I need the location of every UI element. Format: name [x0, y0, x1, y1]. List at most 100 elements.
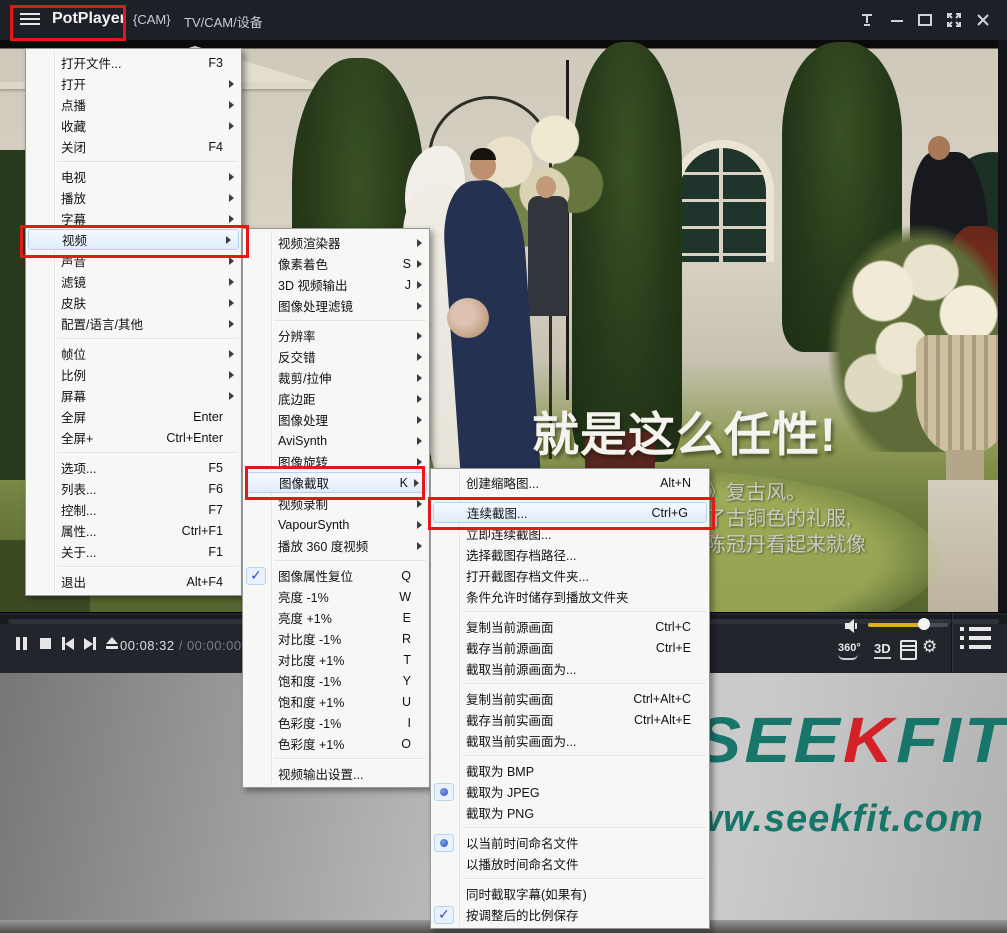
- menu-item[interactable]: 截存当前源画面Ctrl+E: [431, 637, 709, 658]
- menu-item[interactable]: 帧位: [26, 343, 241, 364]
- menu-item[interactable]: 饱和度 -1%Y: [243, 670, 429, 691]
- menu-item[interactable]: ✓图像属性复位Q: [243, 565, 429, 586]
- menu-item[interactable]: 3D 视频输出J: [243, 274, 429, 295]
- menu-item[interactable]: 滤镜: [26, 271, 241, 292]
- menu-item[interactable]: 复制当前源画面Ctrl+C: [431, 616, 709, 637]
- menu-item[interactable]: 声音: [26, 250, 241, 271]
- menu-item[interactable]: 控制...F7: [26, 499, 241, 520]
- menu-item[interactable]: 对比度 +1%T: [243, 649, 429, 670]
- volume-icon[interactable]: [843, 617, 863, 640]
- menu-item[interactable]: 亮度 -1%W: [243, 586, 429, 607]
- minimize-icon[interactable]: [888, 11, 906, 29]
- menu-item[interactable]: 全屏+Ctrl+Enter: [26, 427, 241, 448]
- close-icon[interactable]: [974, 11, 992, 29]
- menu-item[interactable]: 裁剪/拉伸: [243, 367, 429, 388]
- menu-item[interactable]: 列表...F6: [26, 478, 241, 499]
- menu-gutter: [26, 541, 54, 562]
- menu-item[interactable]: 图像旋转: [243, 451, 429, 472]
- menu-gutter: [431, 760, 459, 781]
- menu-item[interactable]: 色彩度 -1%I: [243, 712, 429, 733]
- menu-item[interactable]: AviSynth: [243, 430, 429, 451]
- menu-item[interactable]: 像素着色S: [243, 253, 429, 274]
- submenu-arrow-icon: [229, 101, 241, 109]
- menu-item[interactable]: ✓按调整后的比例保存: [431, 904, 709, 925]
- hamburger-menu-icon[interactable]: [20, 13, 40, 27]
- menu-item[interactable]: 图像截取K: [245, 472, 427, 493]
- menu-item[interactable]: 播放 360 度视频: [243, 535, 429, 556]
- menu-item[interactable]: 屏幕: [26, 385, 241, 406]
- menu-item[interactable]: 视频录制: [243, 493, 429, 514]
- menu-separator: [243, 754, 429, 763]
- menu-item[interactable]: 亮度 +1%E: [243, 607, 429, 628]
- menu-item[interactable]: 截取当前源画面为...: [431, 658, 709, 679]
- menu-item[interactable]: 打开文件...F3: [26, 52, 241, 73]
- menu-item[interactable]: 视频输出设置...: [243, 763, 429, 784]
- menu-item[interactable]: 打开截图存档文件夹...: [431, 565, 709, 586]
- volume-knob[interactable]: [918, 618, 930, 630]
- menu-item[interactable]: 截取为 BMP: [431, 760, 709, 781]
- submenu-arrow-icon: [417, 437, 429, 445]
- video-3d-button[interactable]: 3D: [874, 641, 891, 659]
- menu-item[interactable]: 图像处理: [243, 409, 429, 430]
- menu-item[interactable]: 全屏Enter: [26, 406, 241, 427]
- menu-item[interactable]: 字幕: [26, 208, 241, 229]
- app-title[interactable]: PotPlayer: [52, 10, 126, 28]
- playlist-icon[interactable]: [960, 627, 994, 659]
- menu-item[interactable]: 以当前时间命名文件: [431, 832, 709, 853]
- next-button[interactable]: [84, 637, 96, 655]
- menu-item[interactable]: 点播: [26, 94, 241, 115]
- menu-item-label: 声音: [54, 251, 223, 270]
- menu-item[interactable]: 配置/语言/其他: [26, 313, 241, 334]
- menu-item-label: 饱和度 -1%: [271, 671, 403, 690]
- menu-item[interactable]: 关闭F4: [26, 136, 241, 157]
- menu-item[interactable]: 截存当前实画面Ctrl+Alt+E: [431, 709, 709, 730]
- menu-item[interactable]: VapourSynth: [243, 514, 429, 535]
- menu-item[interactable]: 立即连续截图...: [431, 523, 709, 544]
- menu-item[interactable]: 视频渲染器: [243, 232, 429, 253]
- menu-item[interactable]: 电视: [26, 166, 241, 187]
- menu-item[interactable]: 条件允许时储存到播放文件夹: [431, 586, 709, 607]
- maximize-icon[interactable]: [916, 11, 934, 29]
- menu-item[interactable]: 截取当前实画面为...: [431, 730, 709, 751]
- menu-item[interactable]: 比例: [26, 364, 241, 385]
- menu-shortcut: Ctrl+Enter: [166, 431, 229, 445]
- titlebar-item-tv-cam-device[interactable]: TV/CAM/设备: [184, 12, 263, 31]
- menu-item[interactable]: 底边距: [243, 388, 429, 409]
- menu-item[interactable]: 饱和度 +1%U: [243, 691, 429, 712]
- menu-item[interactable]: 关于...F1: [26, 541, 241, 562]
- menu-item[interactable]: 分辨率: [243, 325, 429, 346]
- settings-gear-icon[interactable]: ⚙: [922, 637, 937, 657]
- menu-item[interactable]: 色彩度 +1%O: [243, 733, 429, 754]
- menu-item[interactable]: 同时截取字幕(如果有): [431, 883, 709, 904]
- pin-on-top-icon[interactable]: [858, 11, 876, 29]
- menu-item[interactable]: 选项...F5: [26, 457, 241, 478]
- menu-item[interactable]: 属性...Ctrl+F1: [26, 520, 241, 541]
- menu-item[interactable]: 播放: [26, 187, 241, 208]
- menu-item[interactable]: 以播放时间命名文件: [431, 853, 709, 874]
- bouquet: [447, 298, 489, 338]
- titlebar-item-cam[interactable]: {CAM}: [133, 12, 171, 27]
- menu-item[interactable]: 对比度 -1%R: [243, 628, 429, 649]
- pause-button[interactable]: [16, 637, 30, 655]
- menu-item[interactable]: 创建缩略图...Alt+N: [431, 472, 709, 493]
- menu-item[interactable]: 图像处理滤镜: [243, 295, 429, 316]
- eject-button[interactable]: [106, 637, 118, 649]
- menu-item[interactable]: 复制当前实画面Ctrl+Alt+C: [431, 688, 709, 709]
- menu-item[interactable]: 打开: [26, 73, 241, 94]
- fullscreen-icon[interactable]: [945, 11, 963, 29]
- menu-item[interactable]: 选择截图存档路径...: [431, 544, 709, 565]
- video-360-button[interactable]: 360°: [838, 642, 861, 660]
- submenu-arrow-icon: [417, 281, 429, 289]
- menu-item[interactable]: 视频: [28, 229, 239, 250]
- menu-item[interactable]: 连续截图...Ctrl+G: [433, 502, 707, 523]
- log-panel-icon[interactable]: [900, 640, 917, 660]
- menu-item[interactable]: 反交错: [243, 346, 429, 367]
- menu-item[interactable]: 皮肤: [26, 292, 241, 313]
- stop-button[interactable]: [40, 638, 51, 649]
- menu-item[interactable]: 收藏: [26, 115, 241, 136]
- menu-gutter: [243, 607, 271, 628]
- menu-item[interactable]: 截取为 PNG: [431, 802, 709, 823]
- menu-item[interactable]: 截取为 JPEG: [431, 781, 709, 802]
- previous-button[interactable]: [62, 637, 74, 655]
- menu-item[interactable]: 退出Alt+F4: [26, 571, 241, 592]
